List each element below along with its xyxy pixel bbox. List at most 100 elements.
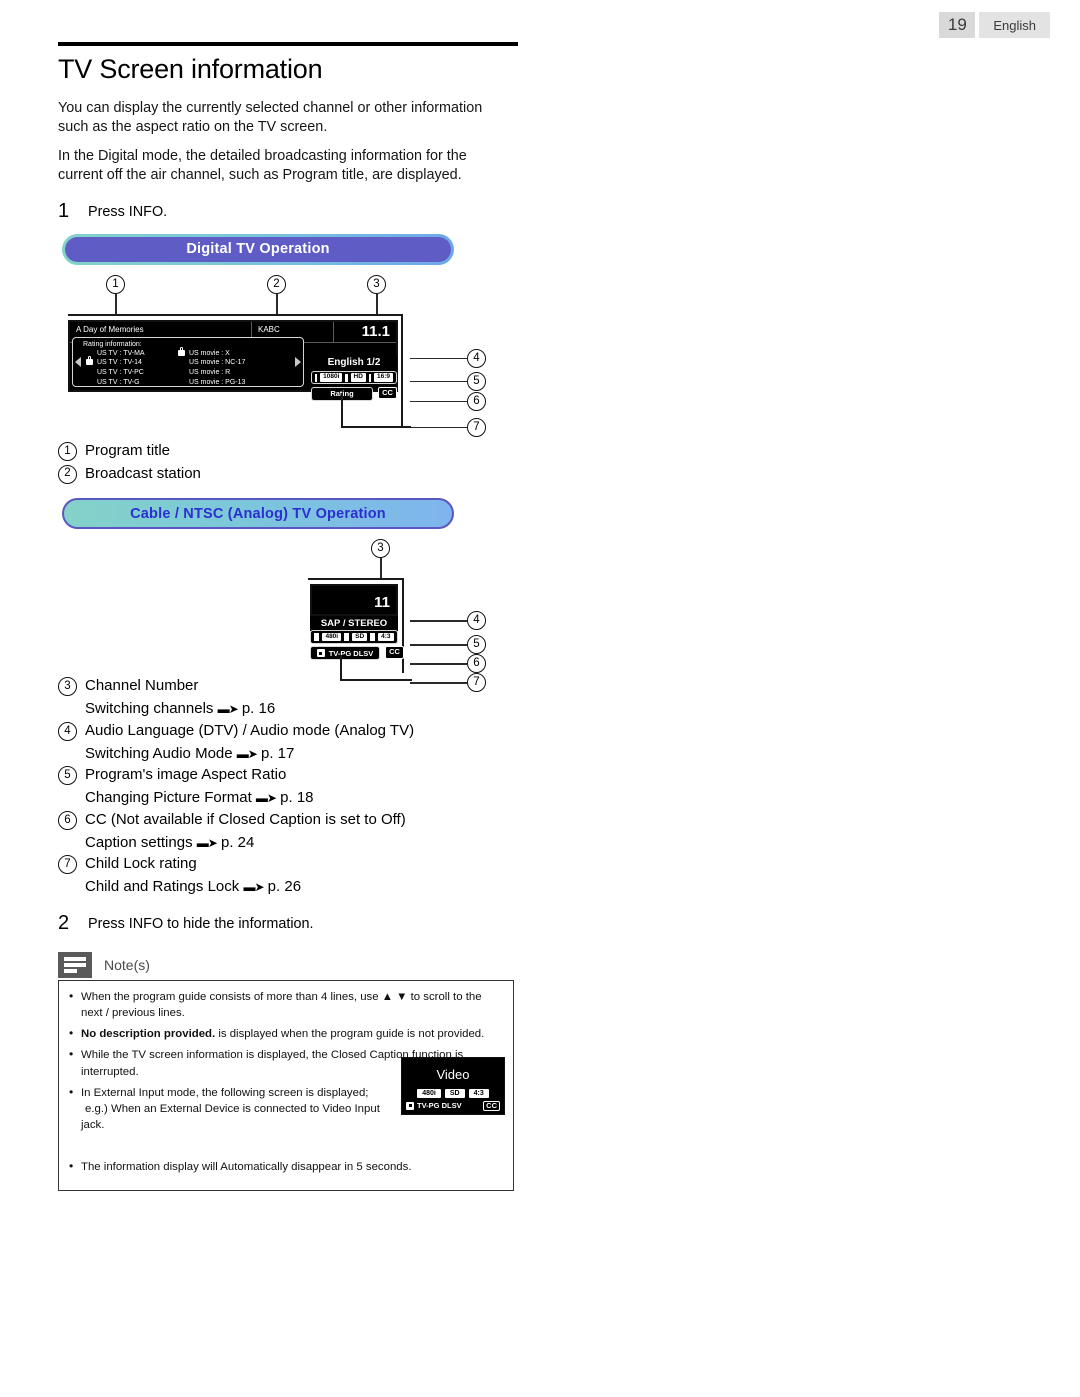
lock-icon	[316, 649, 325, 658]
notes-title: Note(s)	[104, 956, 150, 973]
analog-leader-line-7	[410, 682, 467, 684]
callout-3: 3	[367, 274, 386, 294]
legend-item-5: 5 Program's image Aspect Ratio	[58, 764, 514, 786]
rating-text: US movie : R	[189, 369, 231, 377]
analog-leader-line-4	[410, 620, 467, 622]
legend-ref-6-text: Caption settings	[85, 833, 193, 851]
analog-leader-line-5	[410, 644, 467, 646]
legend-ref-6-page: p. 24	[220, 833, 255, 851]
notes-box: When the program guide consists of more …	[58, 979, 514, 1192]
analog-audio-mode: SAP / STEREO	[310, 616, 398, 632]
callout-2: 2	[267, 274, 286, 294]
video-cc-tag: CC	[483, 1100, 500, 1111]
video-badge-resolution: 480i	[417, 1088, 441, 1098]
banner-digital-tv-label: Digital TV Operation	[65, 236, 451, 262]
note-item: When the program guide consists of more …	[69, 988, 503, 1021]
rating-column-tv: US TV : TV-MA US TV : TV-14 US TV : TV-P…	[83, 349, 175, 388]
analog-leader-line-3	[380, 558, 382, 581]
arrow-right-icon: ▬➤	[255, 791, 277, 805]
rating-grid: US TV : TV-MA US TV : TV-14 US TV : TV-P…	[83, 346, 299, 388]
channel-number-cell: 11.1	[361, 322, 390, 340]
leader-line-3	[376, 293, 378, 316]
badge-separator	[368, 373, 371, 382]
step-2: 2 Press INFO to hide the information.	[58, 912, 514, 934]
rating-line: US movie : X	[175, 346, 267, 359]
step-2-text: Press INFO to hide the information.	[88, 915, 314, 932]
analog-callout-4: 4	[467, 611, 486, 631]
arrow-right-icon: ▬➤	[236, 746, 258, 761]
step-1: 1 Press INFO.	[58, 200, 514, 222]
analog-rating-tag: TV-PG DLSV	[310, 646, 380, 661]
arrow-right-icon: ▬➤	[217, 702, 239, 716]
digital-format-badges: 1080i HD 16:9	[311, 370, 397, 385]
analog-callout-5: 5	[467, 635, 486, 655]
legend-ref-3: Switching channels ▬➤ p. 16	[58, 698, 514, 720]
legend-ref-4: Switching Audio Mode ▬➤ p. 17	[58, 743, 514, 765]
legend-callout-7: 7	[58, 855, 77, 875]
note-subtext: e.g.) When an External Device is connect…	[81, 1102, 380, 1132]
video-input-label: Video	[436, 1066, 470, 1082]
legend-item-6: 6 CC (Not available if Closed Caption is…	[58, 809, 514, 831]
leader-line-1	[115, 293, 117, 316]
intro-paragraph-1: You can display the currently selected c…	[58, 100, 483, 136]
analog-tv-screen: 11	[310, 584, 398, 617]
badge-separator	[370, 633, 376, 641]
legend-callout-1: 1	[58, 441, 77, 461]
rating-information-heading: Rating information:	[83, 340, 142, 348]
rating-line: US movie : R	[175, 368, 267, 378]
callout-1: 1	[106, 274, 125, 294]
legend-ref-4-text: Switching Audio Mode	[85, 744, 233, 762]
rating-text: US TV : TV-PC	[97, 369, 144, 377]
notes-header: Note(s)	[58, 951, 514, 978]
badge-separator	[315, 373, 318, 382]
format-badge-aspect: 16:9	[374, 373, 394, 382]
legend-main-list: 3 Channel Number Switching channels ▬➤ p…	[58, 675, 514, 898]
analog-format-badge-definition: SD	[352, 632, 368, 642]
legend-ref-7-page: p. 26	[267, 878, 302, 895]
legend-ref-7: Child and Ratings Lock ▬➤ p. 26	[58, 876, 514, 898]
legend-callout-3: 3	[58, 677, 77, 697]
callout-4: 4	[467, 348, 486, 368]
rating-text: US movie : PG-13	[189, 378, 246, 386]
analog-bracket-right	[402, 578, 404, 674]
video-badge-aspect: 4:3	[468, 1088, 489, 1098]
page-language: English	[979, 12, 1050, 38]
rating-text: US movie : X	[189, 349, 230, 357]
lock-icon	[86, 356, 93, 366]
rating-line: US TV : TV-14	[83, 356, 175, 368]
legend-label-5: Program's image Aspect Ratio	[85, 766, 287, 784]
video-format-badges: 480i SD 4:3	[404, 1088, 502, 1100]
audio-language-label: English 1/2	[311, 354, 397, 370]
legend-item-3: 3 Channel Number	[58, 675, 514, 697]
rating-line: US movie : PG-13	[175, 378, 267, 388]
analog-tv-diagram: 3 11 SAP / STEREO 480i SD 4:3 TV-PG DLSV…	[58, 535, 514, 693]
legend-label-6: CC (Not available if Closed Caption is s…	[85, 810, 406, 828]
banner-analog-tv-label: Cable / NTSC (Analog) TV Operation	[64, 500, 452, 528]
digital-cc-tag: CC	[378, 386, 397, 399]
page-title: TV Screen information	[58, 54, 323, 84]
analog-leader-line-7-horizontal	[340, 679, 412, 682]
analog-callout-3: 3	[371, 539, 390, 559]
video-badge-definition: SD	[444, 1088, 465, 1098]
legend-callout-6: 6	[58, 810, 77, 830]
scroll-right-arrow-icon[interactable]	[295, 356, 301, 367]
legend-callout-4: 4	[58, 721, 77, 741]
callout-6: 6	[467, 391, 486, 411]
leader-line-5	[410, 380, 467, 383]
badge-separator	[314, 633, 320, 641]
callout-7: 7	[467, 417, 486, 437]
rating-information-box: Rating information: US TV : TV-MA US TV …	[72, 336, 304, 388]
note-text: In External Input mode, the following sc…	[81, 1086, 369, 1099]
banner-analog-tv: Cable / NTSC (Analog) TV Operation	[62, 498, 454, 530]
scroll-left-arrow-icon[interactable]	[75, 356, 81, 367]
step-1-number: 1	[58, 199, 70, 222]
video-bottom-row: TV-PG DLSV CC	[404, 1100, 502, 1112]
legend-item-7: 7 Child Lock rating	[58, 853, 514, 875]
legend-top-list: 1 Program title 2 Broadcast station	[58, 440, 514, 485]
rating-text: US TV : TV-MA	[97, 349, 145, 357]
leader-line-6	[410, 400, 467, 403]
legend-callout-5: 5	[58, 766, 77, 786]
video-rating-label: TV-PG DLSV	[417, 1101, 462, 1111]
analog-callout-6: 6	[467, 654, 486, 674]
leader-line-4	[410, 357, 467, 360]
